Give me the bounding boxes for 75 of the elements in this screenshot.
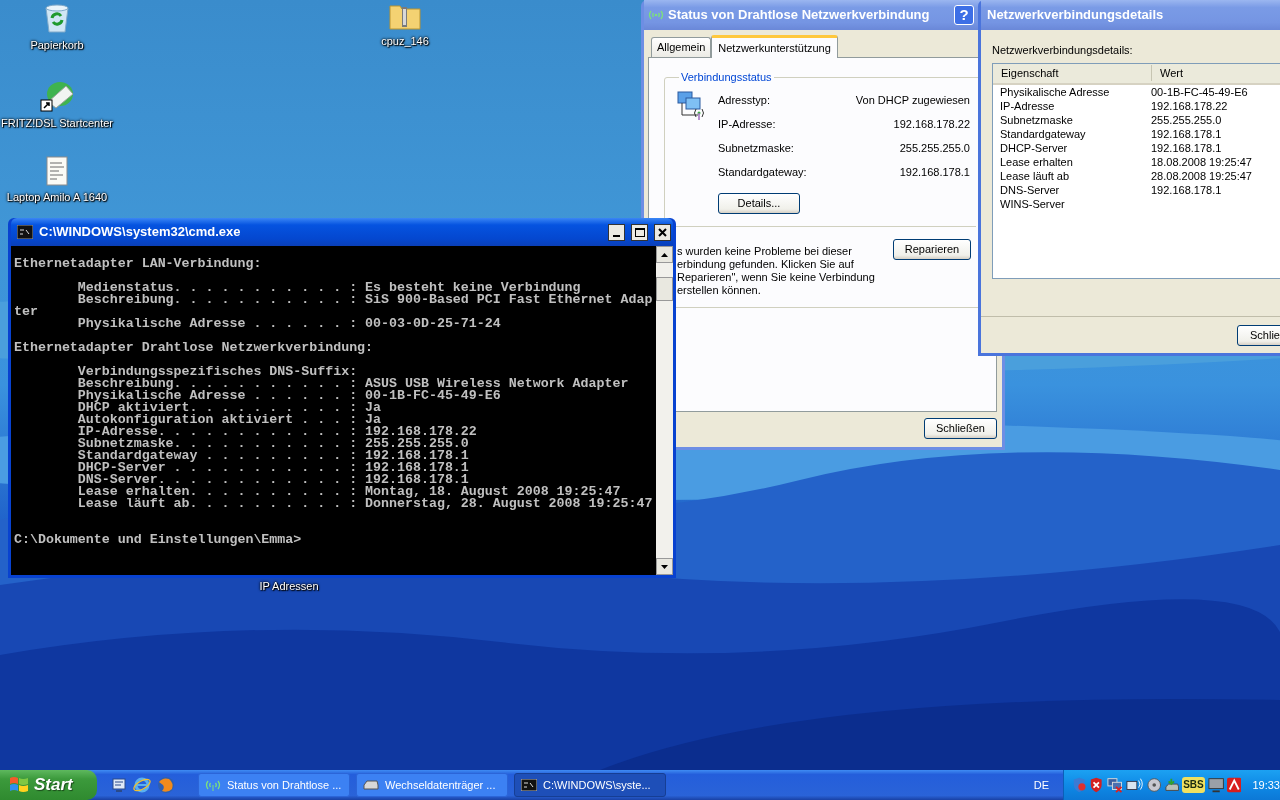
monitor-icon[interactable] [1207,777,1224,793]
property-cell-text: Lease läuft ab [999,169,1071,185]
field-label: IP-Adresse: [718,117,776,133]
value-cell-text: 28.08.2008 19:25:47 [1151,169,1252,185]
modem-shortcut-icon[interactable] [40,80,74,112]
task-button[interactable]: Status von Drahtlose ... [198,773,350,797]
console-icon [521,779,537,791]
network-computers-icon [676,88,706,121]
value-cell-text: 192.168.178.1 [1151,127,1222,143]
window-title: Netzwerkverbindungsdetails [987,6,1164,25]
property-cell-text: WINS-Server [999,197,1066,213]
console-output: Ethernetadapter LAN-Verbindung: Medienstatus. . . . . . . . . . . : Es besteht keine Verbindung Beschreibung. . . . . . . . . . . : SiS 900-Based PCI Fast Ethernet Adap ter Physikalische Adresse . . . . . . : 00-03-0D-25-71-24 Ethernetadapter Drahtlose Netzwerkverbindung: Verbindungsspezifisches DNS-Suffix: Beschreibung. . . . . . . . . . . : ASUS USB Wireless Network Adapter Physikalische Adresse . . . . . . : 00-1B-FC-45-49-E6 DHCP aktiviert. . . . . . . . . . : Ja Autokonfiguration aktiviert . . . : Ja IP-Adresse. . . . . . . . . . . . : 192.168.178.22 Subnetzmaske. . . . . . . . . . . : 255.255.255.0 Standardgateway . . . . . . . . . : 192.168.178.1 DHCP-Server . . . . . . . . . . . : 192.168.178.1 DNS-Server. . . . . . . . . . . . : 192.168.178.1 Lease erhalten. . . . . . . . . . : Montag, 18. August 2008 19:25:47 Lease läuft ab. . . . . . . . . . : Donnerstag, 28. August 2008 19:25:47 C:\Dokumente und Einstellungen\Emma> [13,255,654,549]
close-button[interactable] [654,223,671,241]
field-value: Von DHCP zugewiesen [855,93,970,109]
disc-icon[interactable] [1147,777,1162,793]
column-header[interactable]: Eigenschaft [993,64,1152,82]
minimize-button[interactable] [608,223,625,241]
close-icon [658,227,667,237]
start-button[interactable]: Start [0,770,97,800]
tab[interactable]: Netzwerkunterstützung [711,35,838,58]
window-title: Status von Drahtlose Netzwerkverbindung [668,6,930,25]
clock[interactable]: 19:33 [1252,776,1280,794]
down-arrow-icon[interactable] [661,564,668,569]
help-button[interactable]: ? [954,5,974,25]
console-icon [17,225,33,239]
field-label: Adresstyp: [718,93,770,109]
value-cell-text: 192.168.178.1 [1151,141,1222,157]
property-cell-text: Lease erhalten [999,155,1074,171]
value-cell-text: 192.168.178.22 [1151,99,1228,115]
value-cell-text: 00-1B-FC-45-49-E6 [1151,85,1248,101]
details-button[interactable]: Details... [718,192,800,214]
task-button[interactable]: C:\WINDOWS\syste... [514,773,666,797]
property-cell-text: Standardgateway [999,127,1087,143]
field-value: 255.255.255.0 [899,141,970,157]
scrollbar[interactable] [656,246,673,575]
property-cell-text: Subnetzmaske [999,113,1074,129]
field-label: Subnetzmaske: [718,141,794,157]
field-value: 192.168.178.22 [893,117,970,133]
property-cell-text: DHCP-Server [999,141,1069,157]
tray-label[interactable]: SBS [1182,777,1205,793]
drive-icon [363,780,379,790]
recycle-bin-icon[interactable] [42,2,72,34]
maximize-button[interactable] [631,223,648,241]
column-header[interactable]: Wert [1152,64,1184,82]
close-button[interactable]: Schließen [924,418,997,439]
wireless-computer-icon[interactable] [1126,777,1145,793]
close-button[interactable]: Schlie [1237,324,1280,346]
task-button[interactable]: Wechseldatenträger ... [356,773,508,797]
value-cell-text: 192.168.178.1 [1151,183,1222,199]
browser-icon[interactable] [133,776,151,794]
repair-button[interactable]: Reparieren [893,238,971,260]
wireless-icon [205,779,221,791]
group-title: Verbindungsstatus [680,70,773,85]
value-cell-text: 18.08.2008 19:25:47 [1151,155,1252,171]
property-cell-text: Physikalische Adresse [999,85,1111,101]
tab[interactable]: Allgemein [651,37,712,57]
desktop-shortcut-icon[interactable] [111,777,127,793]
up-arrow-icon[interactable] [661,252,668,257]
window-title: C:\WINDOWS\system32\cmd.exe [39,223,241,242]
language-indicator[interactable]: DE [1033,776,1049,794]
value-cell-text: 255.255.255.0 [1151,113,1222,129]
wireless-icon [648,9,664,21]
zip-folder-icon[interactable] [389,2,421,30]
text-document-icon[interactable] [45,156,69,186]
property-cell-text: DNS-Server [999,183,1061,199]
caption: Netzwerkverbindungsdetails: [992,43,1134,58]
icon-label[interactable]: IP Adressen [258,578,320,595]
field-label: Standardgateway: [718,165,807,181]
windows-flag-icon [9,776,29,794]
network-error-icon[interactable] [1106,777,1124,793]
field-value: 192.168.178.1 [899,165,970,181]
property-cell-text: IP-Adresse [999,99,1056,115]
scrollbar-thumb[interactable] [656,277,673,301]
problem-message: s wurden keine Probleme bei dieser erbindung gefunden. Klicken Sie auf Reparieren", wenn Sie keine Verbindung erstellen können. [677,244,875,297]
drive-arrow-icon[interactable] [1164,777,1180,793]
